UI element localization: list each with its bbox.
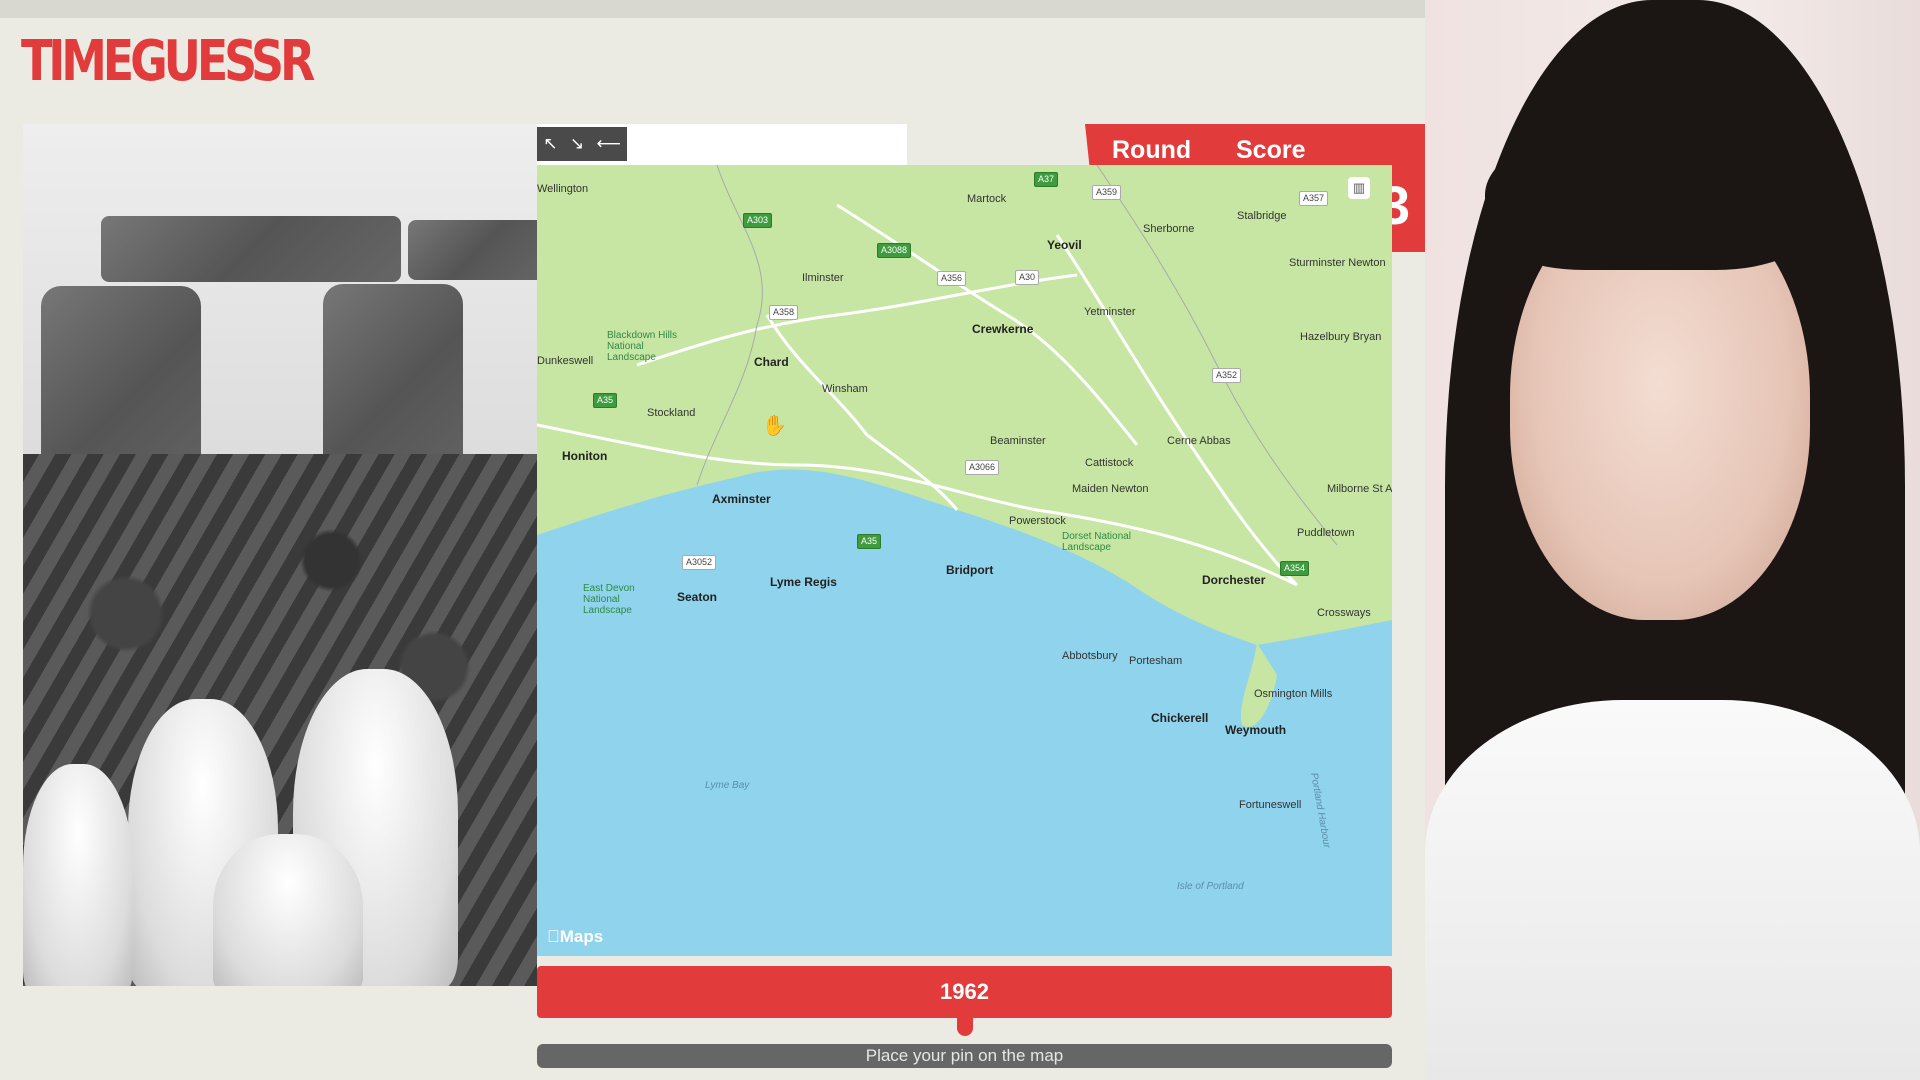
place-label: Ilminster (802, 272, 844, 284)
webcam-feed (1425, 0, 1920, 1080)
place-label: Abbotsbury (1062, 650, 1118, 662)
road-badge: A357 (1299, 191, 1329, 206)
place-label: Yetminster (1084, 306, 1136, 318)
photo-robed-figure (23, 764, 133, 986)
place-label: Milborne St Andrew (1327, 483, 1392, 495)
place-label: Lyme Regis (770, 575, 837, 589)
shrink-map-icon[interactable]: ↘ (570, 134, 584, 154)
park-label: Blackdown Hills National Landscape (607, 330, 678, 363)
year-slider-handle[interactable] (956, 1010, 973, 1036)
road-badge: A37 (1034, 172, 1059, 187)
place-label: Crossways (1317, 607, 1371, 619)
photo-lintel-stone (408, 220, 537, 280)
place-label: Wellington (537, 183, 589, 195)
road-badge: A35 (857, 534, 882, 549)
guess-map[interactable]: ✋ ▥ Martock Yeovil Sherborne Stalbridge … (537, 165, 1392, 956)
place-label: Honiton (562, 449, 608, 463)
road-badge: A3088 (877, 243, 912, 258)
place-label: Martock (967, 193, 1007, 205)
place-label: Bridport (946, 563, 994, 577)
place-label: Osmington Mills (1254, 688, 1333, 700)
place-label: Dunkeswell (537, 355, 594, 367)
selected-year: 1962 (940, 979, 989, 1004)
webcam-hair-fringe (1485, 120, 1815, 270)
place-label: Stalbridge (1237, 210, 1287, 222)
place-label: Portesham (1129, 655, 1183, 667)
place-label: Beaminster (990, 435, 1046, 447)
photo-lintel-stone (101, 216, 401, 282)
photo-robed-figure (213, 834, 363, 986)
round-label: Round (1112, 136, 1192, 164)
apple-icon:  (547, 927, 560, 946)
maps-attribution: Maps (547, 927, 603, 947)
place-label: Cerne Abbas (1167, 435, 1231, 447)
park-label: Dorset National Landscape (1062, 531, 1131, 553)
sea-label: Lyme Bay (705, 780, 750, 791)
place-pin-instruction[interactable]: Place your pin on the map (537, 1044, 1392, 1068)
place-label: Axminster (712, 492, 771, 506)
map-toolbar: ↖ ↘ ⟵ (537, 124, 907, 165)
road-badge: A35 (593, 393, 618, 408)
map-style-icon[interactable]: ▥ (1348, 177, 1370, 199)
road-badge: A354 (1280, 561, 1310, 576)
road-badge: A3052 (682, 555, 717, 570)
place-label: Yeovil (1047, 238, 1082, 252)
grab-cursor-icon: ✋ (762, 415, 787, 437)
park-label: East Devon National Landscape (583, 583, 635, 616)
place-label: Sherborne (1143, 223, 1195, 235)
place-label: Chickerell (1151, 711, 1209, 725)
place-label: Sturminster Newton (1289, 257, 1386, 269)
place-label: Puddletown (1297, 527, 1355, 539)
road-badge: A359 (1092, 185, 1122, 200)
place-label: Winsham (822, 383, 868, 395)
round-photo[interactable] (23, 124, 537, 986)
road-badge: A303 (743, 213, 773, 228)
place-label: Fortuneswell (1239, 799, 1302, 811)
place-label: Weymouth (1225, 723, 1287, 737)
place-label: Dorchester (1202, 573, 1266, 587)
map-resize-tools: ↖ ↘ ⟵ (537, 127, 627, 161)
sea-label: Isle of Portland (1177, 881, 1244, 892)
place-label: Seaton (677, 590, 718, 604)
place-label: Maiden Newton (1072, 483, 1149, 495)
place-label: Cattistock (1085, 457, 1134, 469)
road-badge: A356 (937, 271, 967, 286)
road-badge: A358 (769, 305, 799, 320)
expand-map-icon[interactable]: ↖ (543, 134, 557, 154)
score-label: Score (1236, 136, 1306, 164)
place-label: Crewkerne (972, 322, 1034, 336)
webcam-shirt (1425, 700, 1920, 1080)
road-badge: A352 (1212, 368, 1242, 383)
road-badge: A30 (1015, 270, 1040, 285)
place-label: Stockland (647, 407, 696, 419)
browser-top-strip (0, 0, 1425, 18)
pin-map-icon[interactable]: ⟵ (596, 134, 620, 154)
maps-provider-label: Maps (547, 927, 603, 946)
timeguessr-logo: TIMEGUESSR (21, 29, 315, 94)
place-label: Chard (754, 355, 789, 369)
road-badge: A3066 (965, 460, 1000, 475)
place-label: Hazelbury Bryan (1300, 331, 1382, 343)
place-label: Powerstock (1009, 515, 1066, 527)
